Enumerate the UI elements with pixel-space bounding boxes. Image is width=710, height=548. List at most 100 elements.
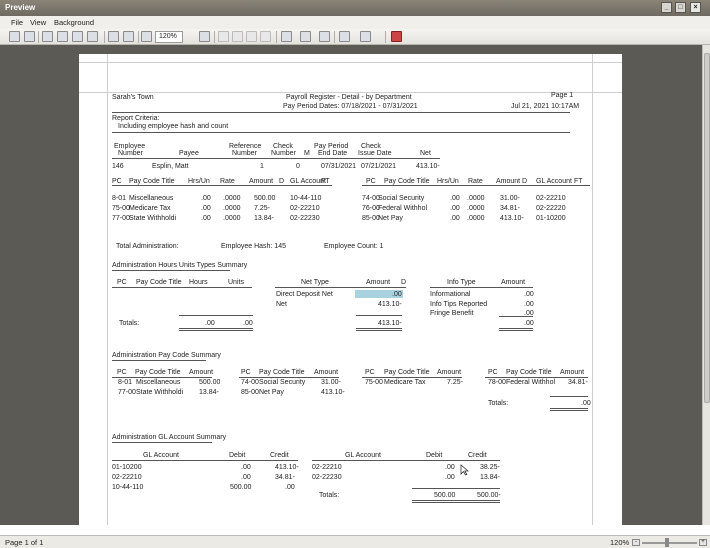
zoom-slider[interactable] bbox=[642, 542, 697, 544]
report-datetime: Jul 21, 2021 10:17AM bbox=[511, 103, 580, 110]
pc-right-cell: 34.81- bbox=[500, 205, 520, 212]
pc-left-cell: .00 bbox=[201, 215, 211, 222]
multiple-pages-icon[interactable] bbox=[281, 31, 292, 42]
magnifier-icon[interactable] bbox=[123, 31, 134, 42]
zoom-in-icon[interactable]: + bbox=[699, 539, 707, 546]
pay-period: Pay Period Dates: 07/18/2021 - 07/31/202… bbox=[283, 103, 418, 110]
paysum-cell: 500.00 bbox=[199, 379, 221, 386]
net-type: Direct Deposit Net bbox=[276, 291, 333, 298]
maximize-icon[interactable]: □ bbox=[675, 2, 686, 13]
first-page-icon[interactable] bbox=[218, 31, 229, 42]
scale-icon[interactable] bbox=[87, 31, 98, 42]
info-type: Fringe Benefit bbox=[430, 310, 474, 317]
pc-left-cell: 13.84- bbox=[254, 215, 274, 222]
criteria-text: Including employee hash and count bbox=[118, 123, 229, 130]
net-header: Amount bbox=[366, 279, 391, 286]
scrollbar-thumb[interactable] bbox=[704, 53, 710, 403]
paysum-cell: 31.00- bbox=[321, 379, 341, 386]
close-preview-icon[interactable] bbox=[391, 31, 402, 42]
paysum-total: .00 bbox=[581, 400, 591, 407]
pc-header: Hrs/Un bbox=[437, 178, 459, 185]
gl-header: Credit bbox=[468, 452, 487, 459]
paysum-cell: 13.84- bbox=[199, 389, 219, 396]
issue-date: 07/21/2021 bbox=[361, 163, 397, 170]
zoom-in-icon[interactable] bbox=[199, 31, 210, 42]
paysum-header: Pay Code Title bbox=[506, 369, 552, 376]
gl-cell: .00 bbox=[445, 474, 455, 481]
total-admin: Total Administration: bbox=[116, 243, 179, 250]
hrs-totals-label: Totals: bbox=[119, 320, 140, 327]
gl-cell: 413.10- bbox=[275, 464, 299, 471]
paysum-cell: 78-00 bbox=[488, 379, 506, 386]
previous-page-icon[interactable] bbox=[232, 31, 243, 42]
menu-background[interactable]: Background bbox=[54, 18, 94, 27]
menu-file[interactable]: File bbox=[11, 18, 23, 27]
zoom-slider-thumb[interactable] bbox=[665, 538, 669, 547]
zoom-select[interactable]: 120% bbox=[155, 31, 183, 43]
net-amount: 413.10- bbox=[416, 163, 440, 170]
pc-header: FT bbox=[574, 178, 583, 185]
hand-tool-icon[interactable] bbox=[108, 31, 119, 42]
pc-right-cell: .00 bbox=[450, 195, 460, 202]
paysum-cell: 7.25- bbox=[447, 379, 463, 386]
emp-header: M bbox=[304, 150, 310, 157]
info-total: .00 bbox=[524, 320, 534, 327]
org-name: Sarah's Town bbox=[112, 94, 154, 101]
paysum-header: Amount bbox=[189, 369, 214, 376]
emp-header: Reference bbox=[229, 143, 262, 150]
minimize-icon[interactable]: _ bbox=[661, 2, 672, 13]
paysum-cell: 77-00 bbox=[118, 389, 136, 396]
net-type: Net bbox=[276, 301, 287, 308]
pc-right-cell: Social Security bbox=[378, 195, 425, 202]
emp-header: Number bbox=[232, 150, 257, 157]
report-page: Sarah's Town Payroll Register - Detail -… bbox=[79, 54, 622, 525]
check-number: 0 bbox=[296, 163, 300, 170]
gl-cell: 10-44-110 bbox=[112, 484, 144, 491]
page-indicator: Page 1 of 1 bbox=[5, 538, 44, 547]
next-page-icon[interactable] bbox=[246, 31, 257, 42]
send-email-icon[interactable] bbox=[360, 31, 371, 42]
menu-view[interactable]: View bbox=[30, 18, 46, 27]
paysum-totals-label: Totals: bbox=[488, 400, 509, 407]
zoom-out-icon[interactable] bbox=[141, 31, 152, 42]
color-icon[interactable] bbox=[300, 31, 311, 42]
net-amount: 413.10- bbox=[378, 301, 402, 308]
gl-cell: .00 bbox=[445, 464, 455, 471]
paysum-cell: Net Pay bbox=[259, 389, 284, 396]
watermark-icon[interactable] bbox=[319, 31, 330, 42]
hrs-header: Hours bbox=[189, 279, 208, 286]
preview-viewport[interactable]: Sarah's Town Payroll Register - Detail -… bbox=[0, 45, 702, 525]
quick-print-icon[interactable] bbox=[57, 31, 68, 42]
paysum-cell: 85-00 bbox=[241, 389, 259, 396]
print-icon[interactable] bbox=[42, 31, 53, 42]
gl-summary-title: Administration GL Account Summary bbox=[112, 434, 227, 441]
pc-header: PC bbox=[366, 178, 376, 185]
emp-header: Employee bbox=[114, 143, 146, 150]
emp-header: Issue Date bbox=[358, 150, 392, 157]
pc-right-cell: .0000 bbox=[467, 215, 485, 222]
pc-left-cell: Medicare Tax bbox=[129, 205, 171, 212]
find-icon[interactable] bbox=[24, 31, 35, 42]
zoom-out-icon[interactable]: - bbox=[632, 539, 640, 546]
emp-header: End Date bbox=[318, 150, 348, 157]
paysum-header: Amount bbox=[437, 369, 462, 376]
mouse-cursor-icon bbox=[460, 464, 469, 476]
gl-cell: 34.81- bbox=[275, 474, 295, 481]
status-bar: Page 1 of 1 120% - + bbox=[0, 535, 710, 548]
page-setup-icon[interactable] bbox=[72, 31, 83, 42]
export-icon[interactable] bbox=[339, 31, 350, 42]
vertical-scrollbar[interactable] bbox=[702, 45, 710, 525]
thumbnails-icon[interactable] bbox=[9, 31, 20, 42]
paysum-cell: 74-00 bbox=[241, 379, 259, 386]
pc-left-cell: .0000 bbox=[223, 215, 241, 222]
emp-header: Check bbox=[273, 143, 293, 150]
toolbar: 120% bbox=[0, 29, 710, 45]
gl-cell: 02-22230 bbox=[312, 474, 342, 481]
close-icon[interactable]: × bbox=[690, 2, 701, 13]
gl-header: GL Account bbox=[345, 452, 381, 459]
pc-right-cell: .00 bbox=[450, 205, 460, 212]
pc-right-cell: 02-22210 bbox=[536, 195, 566, 202]
emp-header: Check bbox=[361, 143, 381, 150]
last-page-icon[interactable] bbox=[260, 31, 271, 42]
pc-right-cell: Net Pay bbox=[378, 215, 403, 222]
